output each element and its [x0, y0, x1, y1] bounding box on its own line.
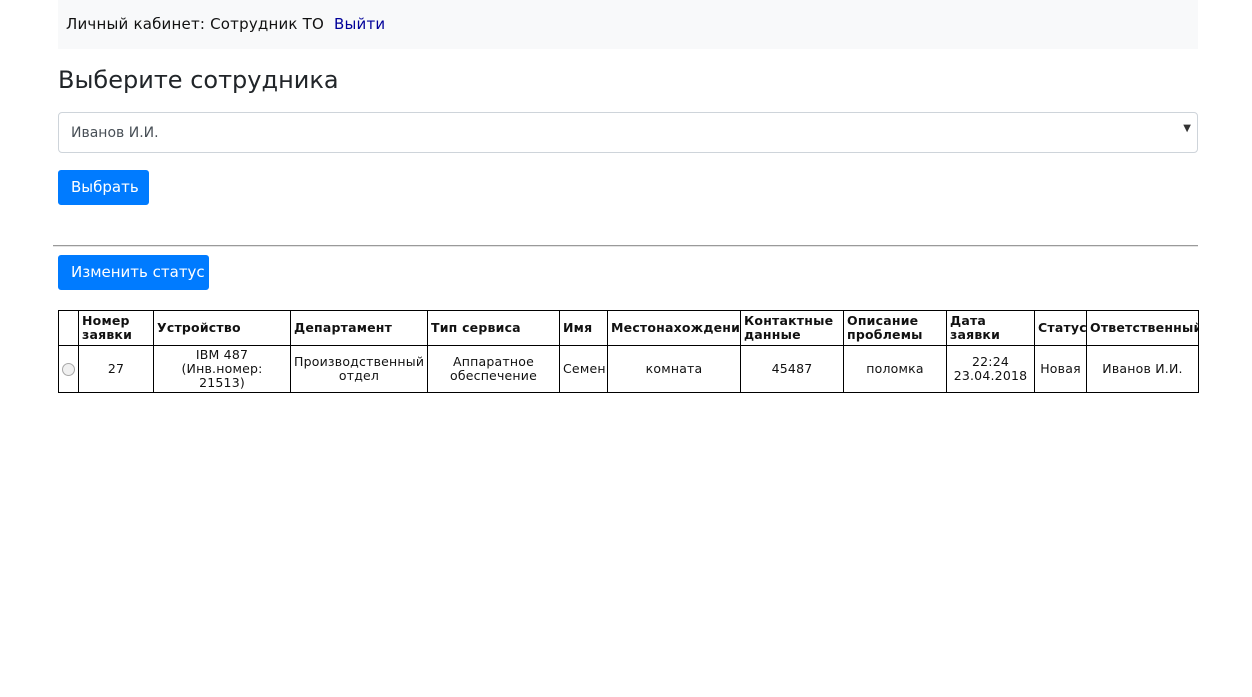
cell-department: Производственный отдел — [290, 345, 428, 393]
cell-responsible: Иванов И.И. — [1086, 345, 1199, 393]
column-header-number: Номер заявки — [78, 310, 154, 346]
cell-service-type: Аппаратное обеспечение — [427, 345, 560, 393]
column-header-select — [58, 310, 79, 346]
column-header-name: Имя — [559, 310, 608, 346]
column-header-description: Описание проблемы — [843, 310, 947, 346]
table-row: 27 IBM 487 (Инв.номер: 21513) Производст… — [58, 345, 1199, 393]
cell-status: Новая — [1034, 345, 1087, 393]
table-header-row: Номер заявки Устройство Департамент Тип … — [58, 310, 1199, 346]
dropdown-arrow-icon: ▼ — [1183, 123, 1191, 134]
cell-location: комната — [607, 345, 741, 393]
column-header-department: Департамент — [290, 310, 428, 346]
column-header-service-type: Тип сервиса — [427, 310, 560, 346]
column-header-contacts: Контактные данные — [740, 310, 844, 346]
column-header-status: Статус — [1034, 310, 1087, 346]
header-text: Личный кабинет: Сотрудник ТО Выйти — [66, 15, 385, 33]
cell-device: IBM 487 (Инв.номер: 21513) — [153, 345, 291, 393]
column-header-location: Местонахождения — [607, 310, 741, 346]
row-select-cell — [58, 345, 79, 393]
cell-description: поломка — [843, 345, 947, 393]
horizontal-divider — [53, 245, 1198, 247]
logout-link[interactable]: Выйти — [334, 15, 385, 33]
select-button[interactable]: Выбрать — [58, 170, 149, 205]
top-header-bar: Личный кабинет: Сотрудник ТО Выйти — [58, 0, 1198, 49]
column-header-responsible: Ответственный — [1086, 310, 1199, 346]
row-radio-button[interactable] — [62, 363, 75, 376]
employee-select[interactable]: Иванов И.И. ▼ — [58, 112, 1198, 153]
cell-contacts: 45487 — [740, 345, 844, 393]
cell-name: Семен — [559, 345, 608, 393]
page-title: Выберите сотрудника — [58, 66, 339, 94]
column-header-date: Дата заявки — [946, 310, 1035, 346]
cell-number: 27 — [78, 345, 154, 393]
cabinet-label: Личный кабинет: Сотрудник ТО — [66, 15, 325, 33]
cell-date: 22:24 23.04.2018 — [946, 345, 1035, 393]
column-header-device: Устройство — [153, 310, 291, 346]
requests-table: Номер заявки Устройство Департамент Тип … — [58, 310, 1199, 393]
change-status-button[interactable]: Изменить статус — [58, 255, 209, 290]
employee-select-value: Иванов И.И. — [71, 125, 159, 141]
